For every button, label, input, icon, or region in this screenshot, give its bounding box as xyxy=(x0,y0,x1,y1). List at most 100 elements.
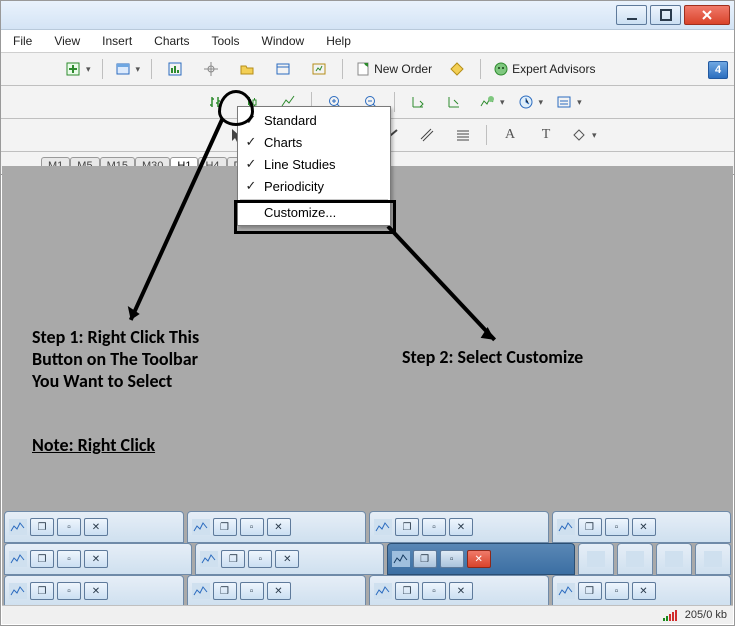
mdi-child-window[interactable]: ❐▫✕ xyxy=(369,511,549,543)
templates-button[interactable]: ▾ xyxy=(552,90,585,114)
child-maximize-button[interactable]: ▫ xyxy=(57,518,81,536)
mdi-child-window[interactable] xyxy=(656,543,692,575)
context-item-charts[interactable]: ✓Charts xyxy=(240,131,388,153)
child-restore-button[interactable]: ❐ xyxy=(221,550,245,568)
clock-icon xyxy=(518,94,534,110)
child-restore-button[interactable]: ❐ xyxy=(413,550,437,568)
child-restore-button[interactable]: ❐ xyxy=(30,550,54,568)
data-window-button[interactable] xyxy=(232,57,262,81)
mdi-child-window[interactable]: ❐▫✕ xyxy=(4,511,184,543)
child-maximize-button[interactable]: ▫ xyxy=(605,582,629,600)
expert-advisors-label: Expert Advisors xyxy=(512,62,595,76)
menu-help[interactable]: Help xyxy=(322,32,355,50)
child-maximize-button[interactable]: ▫ xyxy=(422,582,446,600)
child-close-button[interactable]: ✕ xyxy=(267,518,291,536)
profiles-button[interactable]: ▾ xyxy=(111,57,144,81)
context-item-line-studies[interactable]: ✓Line Studies xyxy=(240,153,388,175)
text-t-icon: T xyxy=(542,127,551,143)
window-close-button[interactable] xyxy=(684,5,730,25)
child-maximize-button[interactable]: ▫ xyxy=(440,550,464,568)
child-close-button[interactable]: ✕ xyxy=(84,550,108,568)
menu-file[interactable]: File xyxy=(9,32,36,50)
periods-button[interactable]: ▾ xyxy=(514,90,547,114)
channel-icon xyxy=(419,127,435,143)
child-close-button[interactable]: ✕ xyxy=(632,518,656,536)
new-chart-button[interactable]: ▾ xyxy=(61,57,94,81)
new-order-button[interactable]: New Order xyxy=(351,57,436,81)
indicators-button[interactable]: ▾ xyxy=(475,90,508,114)
mdi-child-window[interactable] xyxy=(578,543,614,575)
check-icon: ✓ xyxy=(244,134,258,150)
mdi-child-window[interactable]: ❐▫✕ xyxy=(369,575,549,607)
navigator-button[interactable] xyxy=(196,57,226,81)
expert-advisors-button[interactable]: Expert Advisors xyxy=(489,57,599,81)
mdi-child-window-active[interactable]: ❐▫✕ xyxy=(387,543,575,575)
child-maximize-button[interactable]: ▫ xyxy=(57,550,81,568)
mdi-child-window[interactable]: ❐▫✕ xyxy=(4,543,192,575)
minimize-icon xyxy=(624,7,640,23)
metaquotes-button[interactable] xyxy=(442,57,472,81)
window-titlebar xyxy=(1,1,734,30)
window-maximize-button[interactable] xyxy=(650,5,681,25)
context-item-label: Line Studies xyxy=(264,157,336,172)
text-label-button[interactable]: T xyxy=(531,123,561,147)
child-restore-button[interactable]: ❐ xyxy=(395,518,419,536)
chart-shift-button[interactable] xyxy=(439,90,469,114)
child-restore-button[interactable]: ❐ xyxy=(395,582,419,600)
menu-insert[interactable]: Insert xyxy=(98,32,136,50)
child-close-button[interactable]: ✕ xyxy=(449,518,473,536)
menu-view[interactable]: View xyxy=(50,32,84,50)
mdi-child-window[interactable]: ❐▫✕ xyxy=(4,575,184,607)
mdi-child-window[interactable]: ❐▫✕ xyxy=(187,575,367,607)
crosshair-icon xyxy=(203,61,219,77)
mdi-child-windows: ❐▫✕ ❐▫✕ ❐▫✕ ❐▫✕ ❐▫✕ ❐▫✕ ❐▫✕ ❐▫✕ ❐▫✕ ❐▫✕ … xyxy=(2,511,733,607)
text-tool-button[interactable]: A xyxy=(495,123,525,147)
child-maximize-button[interactable]: ▫ xyxy=(240,582,264,600)
annotation-circle-target xyxy=(218,90,254,126)
dropdown-arrow-icon: ▾ xyxy=(498,97,507,108)
equidistant-channel-button[interactable] xyxy=(412,123,442,147)
alerts-badge[interactable]: 4 xyxy=(708,61,728,79)
child-maximize-button[interactable]: ▫ xyxy=(605,518,629,536)
child-restore-button[interactable]: ❐ xyxy=(30,582,54,600)
child-close-button[interactable]: ✕ xyxy=(267,582,291,600)
fibonacci-button[interactable] xyxy=(448,123,478,147)
child-maximize-button[interactable]: ▫ xyxy=(57,582,81,600)
close-icon xyxy=(699,7,715,23)
strategy-tester-button[interactable] xyxy=(304,57,334,81)
mdi-child-window[interactable]: ❐▫✕ xyxy=(552,511,732,543)
fibonacci-icon xyxy=(455,127,471,143)
child-close-button[interactable]: ✕ xyxy=(467,550,491,568)
chart-thumb-icon xyxy=(200,551,218,567)
child-restore-button[interactable]: ❐ xyxy=(213,518,237,536)
mdi-child-window[interactable] xyxy=(695,543,731,575)
child-restore-button[interactable]: ❐ xyxy=(30,518,54,536)
menu-window[interactable]: Window xyxy=(258,32,309,50)
auto-scroll-button[interactable] xyxy=(403,90,433,114)
market-watch-button[interactable] xyxy=(160,57,190,81)
child-close-button[interactable]: ✕ xyxy=(275,550,299,568)
terminal-button[interactable] xyxy=(268,57,298,81)
window-minimize-button[interactable] xyxy=(616,5,647,25)
child-restore-button[interactable]: ❐ xyxy=(578,582,602,600)
context-item-periodicity[interactable]: ✓Periodicity xyxy=(240,175,388,197)
child-close-button[interactable]: ✕ xyxy=(84,582,108,600)
child-close-button[interactable]: ✕ xyxy=(449,582,473,600)
child-restore-button[interactable]: ❐ xyxy=(578,518,602,536)
child-maximize-button[interactable]: ▫ xyxy=(240,518,264,536)
mdi-child-window[interactable]: ❐▫✕ xyxy=(187,511,367,543)
annotation-highlight-customize xyxy=(234,200,396,234)
objects-button[interactable]: ▾ xyxy=(567,123,600,147)
child-close-button[interactable]: ✕ xyxy=(84,518,108,536)
context-item-standard[interactable]: ✓Standard xyxy=(240,109,388,131)
child-maximize-button[interactable]: ▫ xyxy=(248,550,272,568)
child-close-button[interactable]: ✕ xyxy=(632,582,656,600)
child-restore-button[interactable]: ❐ xyxy=(213,582,237,600)
menu-charts[interactable]: Charts xyxy=(150,32,193,50)
mdi-child-window[interactable]: ❐▫✕ xyxy=(195,543,383,575)
mdi-child-window[interactable]: ❐▫✕ xyxy=(552,575,732,607)
mdi-child-window[interactable] xyxy=(617,543,653,575)
child-maximize-button[interactable]: ▫ xyxy=(422,518,446,536)
chart-thumb-icon xyxy=(9,519,27,535)
menu-tools[interactable]: Tools xyxy=(208,32,244,50)
